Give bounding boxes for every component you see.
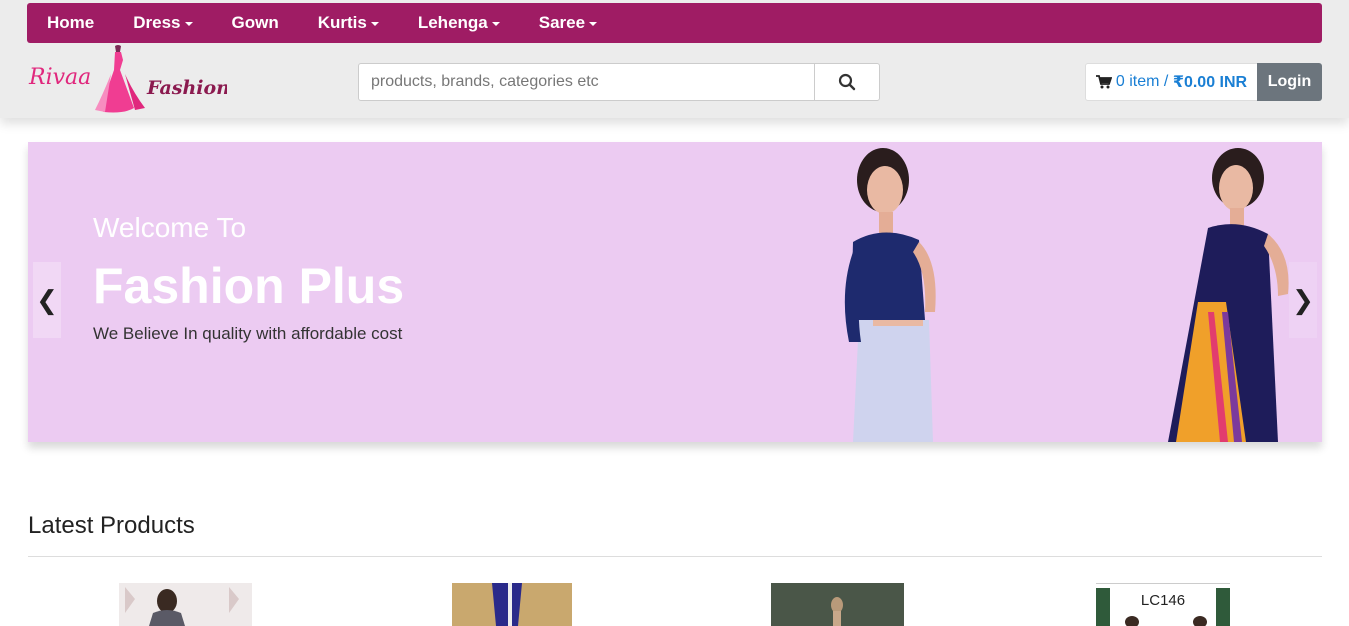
nav-lehenga-label: Lehenga xyxy=(417,13,488,32)
search-icon xyxy=(838,73,856,91)
cart-separator: / xyxy=(1159,73,1173,90)
cart-icon xyxy=(1095,75,1112,89)
nav-home-label: Home xyxy=(47,13,95,32)
search-button[interactable] xyxy=(814,64,879,100)
cart-count: 0 item xyxy=(1115,73,1160,90)
nav-kurtis[interactable]: Kurtis xyxy=(298,3,379,43)
hero-carousel: Welcome To Fashion Plus We Believe In qu… xyxy=(28,142,1322,442)
product-image xyxy=(452,583,572,626)
cart-total: ₹0.00 INR xyxy=(1172,74,1248,91)
nav-saree[interactable]: Saree xyxy=(519,3,598,43)
caret-down-icon xyxy=(491,22,500,26)
nav-gown-label: Gown xyxy=(231,13,279,32)
caret-down-icon xyxy=(370,22,379,26)
nav-lehenga[interactable]: Lehenga xyxy=(398,3,500,43)
nav-home[interactable]: Home xyxy=(27,3,94,43)
product-thumbnail[interactable] xyxy=(452,583,572,626)
nav-saree-label: Saree xyxy=(538,13,586,32)
latest-products-title: Latest Products xyxy=(28,512,195,539)
nav-gown[interactable]: Gown xyxy=(212,3,279,43)
nav-kurtis-label: Kurtis xyxy=(317,13,367,32)
nav-dress[interactable]: Dress xyxy=(113,3,193,43)
svg-text:Fashion: Fashion xyxy=(146,77,227,99)
brand-logo[interactable]: Rivaa Fashion xyxy=(27,44,230,118)
section-divider xyxy=(28,556,1322,557)
product-thumbnail[interactable]: LC146 xyxy=(1096,583,1230,626)
search-bar xyxy=(358,63,880,101)
cart-button[interactable]: 0 item / ₹0.00 INR xyxy=(1085,63,1258,101)
model-image xyxy=(844,148,936,442)
caret-down-icon xyxy=(589,22,598,26)
product-image xyxy=(119,583,252,626)
carousel-next-button[interactable]: ❯ xyxy=(1289,262,1317,338)
banner-title: Fashion Plus xyxy=(93,258,405,314)
banner-welcome: Welcome To xyxy=(93,212,247,243)
login-button[interactable]: Login xyxy=(1257,63,1322,101)
product-image xyxy=(771,583,904,626)
logo-graphic: Rivaa Fashion xyxy=(28,45,230,113)
header: Home Dress Gown Kurtis Lehenga Saree Riv… xyxy=(0,0,1349,118)
search-input[interactable] xyxy=(359,64,814,100)
product-thumbnail[interactable] xyxy=(119,583,252,626)
carousel-prev-button[interactable]: ❮ xyxy=(33,262,61,338)
product-label: LC146 xyxy=(1140,592,1186,609)
top-navigation: Home Dress Gown Kurtis Lehenga Saree xyxy=(27,3,1322,43)
nav-dress-label: Dress xyxy=(133,13,181,32)
banner-tagline: We Believe In quality with affordable co… xyxy=(93,324,403,343)
svg-text:Rivaa: Rivaa xyxy=(28,65,91,90)
caret-down-icon xyxy=(184,22,193,26)
product-thumbnail[interactable] xyxy=(771,583,904,626)
